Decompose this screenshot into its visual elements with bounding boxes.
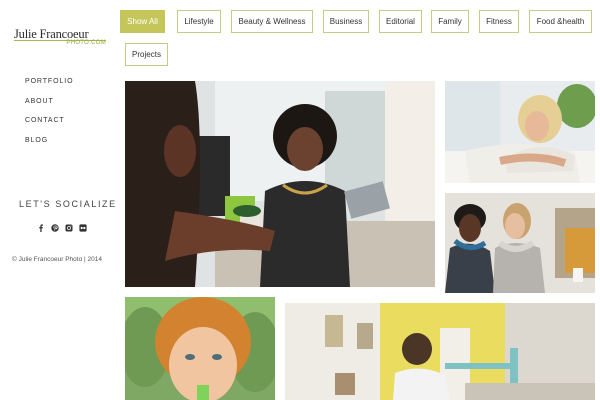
portfolio-photo-business-meeting[interactable]	[125, 81, 435, 287]
nav-item-contact[interactable]: CONTACT	[25, 117, 73, 137]
copyright-text: © Julie Francoeur Photo | 2014	[12, 256, 102, 263]
nav-item-portfolio[interactable]: PORTFOLIO	[25, 78, 73, 98]
portfolio-photo-art-studio[interactable]	[285, 303, 595, 400]
instagram-icon[interactable]	[65, 224, 73, 232]
portfolio-photo-boy-popsicle[interactable]	[125, 297, 275, 400]
nav-item-about[interactable]: ABOUT	[25, 98, 73, 118]
filter-fitness[interactable]: Fitness	[479, 10, 519, 33]
social-heading: LET'S SOCIALIZE	[19, 199, 117, 209]
filter-beauty-wellness[interactable]: Beauty & Wellness	[231, 10, 313, 33]
nav-item-blog[interactable]: BLOG	[25, 137, 73, 157]
filter-business[interactable]: Business	[323, 10, 369, 33]
filter-lifestyle[interactable]: Lifestyle	[177, 10, 221, 33]
flickr-icon[interactable]	[79, 224, 87, 232]
facebook-icon[interactable]	[37, 224, 45, 232]
filter-family[interactable]: Family	[431, 10, 469, 33]
side-navigation: PORTFOLIO ABOUT CONTACT BLOG	[25, 78, 73, 156]
filter-projects[interactable]: Projects	[125, 43, 168, 66]
pinterest-icon[interactable]	[51, 224, 59, 232]
portfolio-photo-woman-sofa[interactable]	[445, 81, 595, 183]
logo-subtitle: PHOTO.COM	[66, 40, 106, 46]
portfolio-photo-women-laptop[interactable]	[445, 193, 595, 293]
social-icons	[37, 224, 87, 232]
filter-editorial[interactable]: Editorial	[379, 10, 422, 33]
site-logo[interactable]: Julie Francoeur PHOTO.COM	[14, 28, 106, 48]
filter-food-health[interactable]: Food &health	[529, 10, 592, 33]
filter-show-all[interactable]: Show All	[120, 10, 165, 33]
logo-name: Julie Francoeur	[14, 27, 89, 41]
